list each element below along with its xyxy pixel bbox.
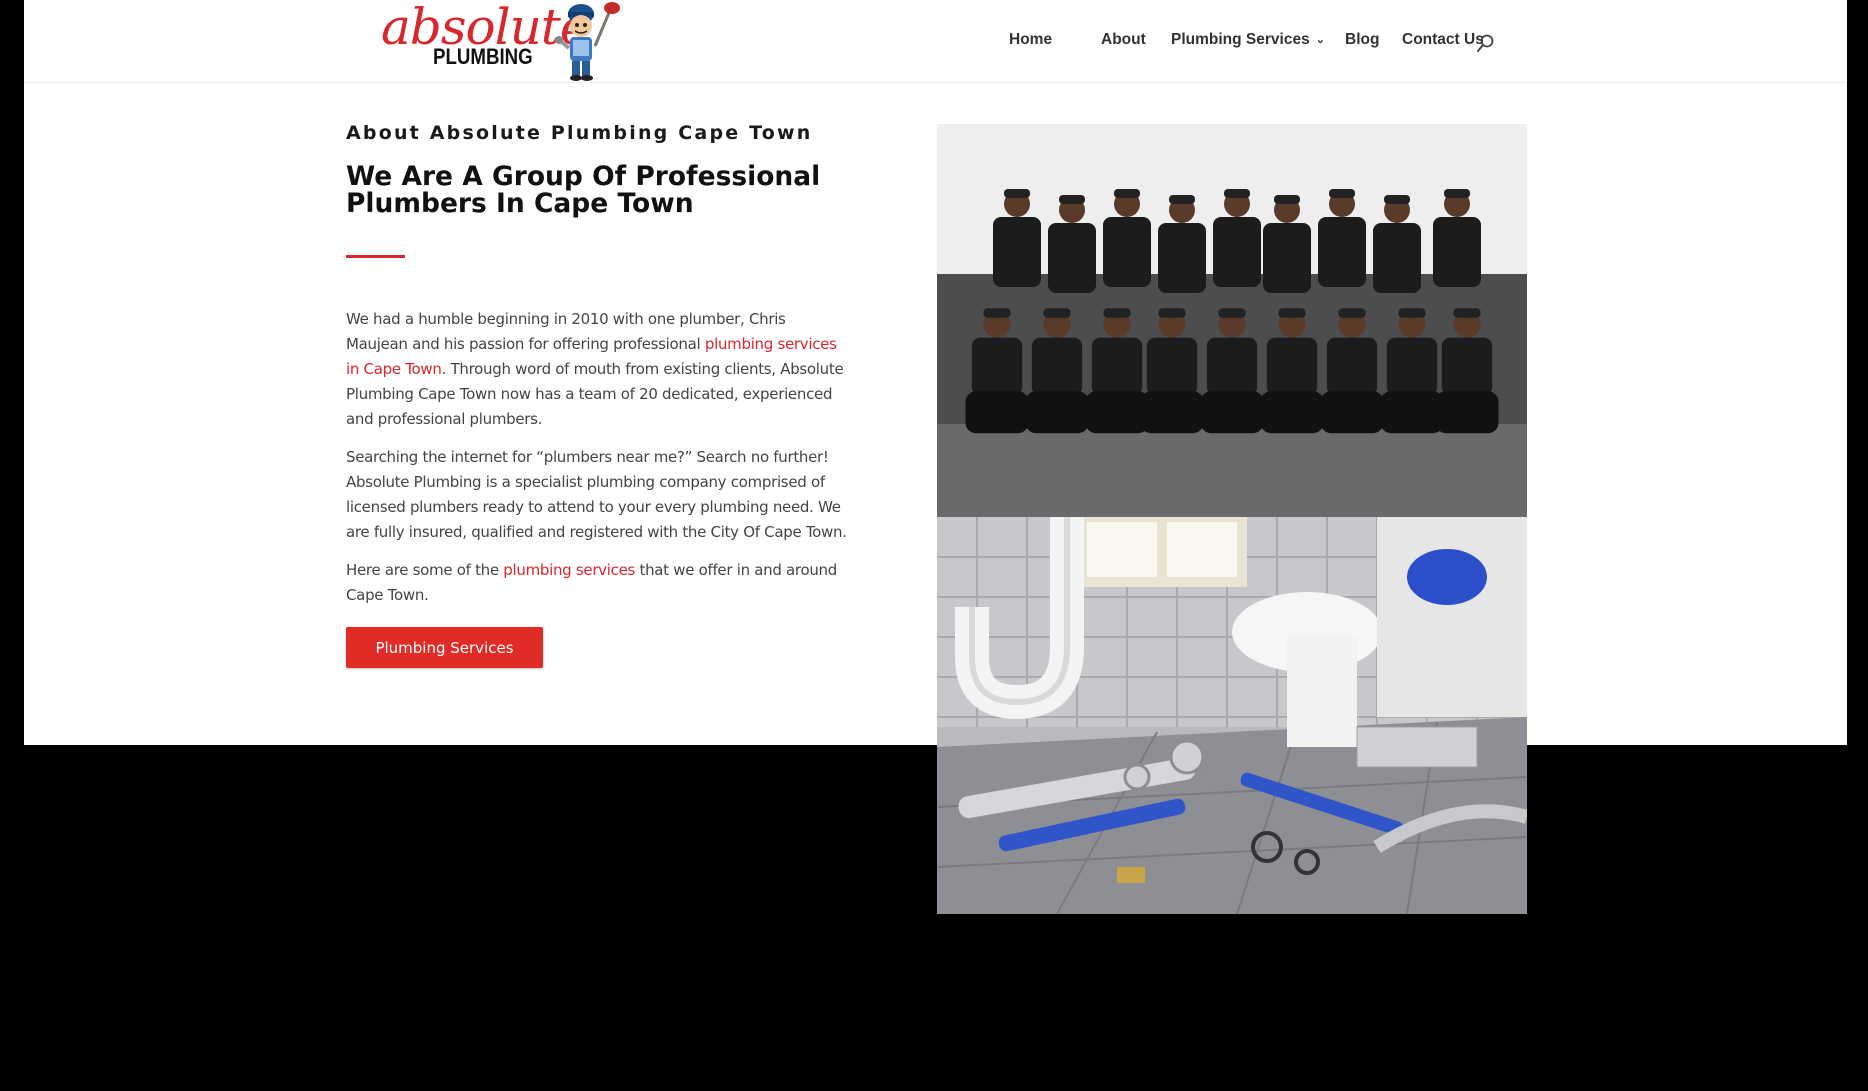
logo-subtitle: PLUMBING bbox=[433, 44, 533, 69]
nav-item-blog[interactable]: Blog bbox=[1345, 31, 1379, 49]
paragraph-text: Here are some of the bbox=[346, 561, 504, 579]
nav-item-label: Blog bbox=[1345, 31, 1380, 48]
page-title: We Are A Group Of Professional Plumbers … bbox=[346, 161, 821, 219]
search-icon[interactable] bbox=[1476, 33, 1496, 53]
section-eyebrow: About Absolute Plumbing Cape Town bbox=[346, 122, 813, 144]
chevron-down-icon: ⌄ bbox=[1315, 34, 1325, 46]
plumbing-tools-photo bbox=[937, 517, 1527, 914]
nav-item-home[interactable]: Home bbox=[1009, 31, 1052, 49]
about-paragraph-2: Searching the internet for “plumbers nea… bbox=[346, 448, 847, 541]
site-header: absolute PLUMBING Home About Plumbing Se… bbox=[24, 0, 1847, 83]
title-divider bbox=[346, 255, 405, 258]
plumber-mascot-icon bbox=[555, 2, 620, 81]
nav-item-label: Home bbox=[1009, 31, 1053, 48]
nav-item-about[interactable]: About bbox=[1101, 31, 1146, 49]
plumbing-services-link[interactable]: plumbing services bbox=[503, 561, 635, 579]
nav-item-plumbing-services[interactable]: Plumbing Services ⌄ bbox=[1171, 31, 1325, 49]
nav-item-label: Contact Us bbox=[1402, 31, 1484, 48]
about-section: About Absolute Plumbing Cape Town We Are… bbox=[346, 122, 866, 668]
team-photo bbox=[937, 124, 1527, 517]
about-paragraph-3: Here are some of the plumbing services t… bbox=[346, 558, 851, 608]
about-paragraph-1: We had a humble beginning in 2010 with o… bbox=[346, 307, 851, 432]
page-container: absolute PLUMBING Home About Plumbing Se… bbox=[24, 0, 1847, 745]
nav-item-label: Plumbing Services bbox=[1171, 31, 1310, 48]
plumbing-services-button[interactable]: Plumbing Services bbox=[346, 627, 543, 668]
nav-item-label: About bbox=[1101, 31, 1146, 48]
nav-item-contact-us[interactable]: Contact Us bbox=[1402, 31, 1484, 49]
site-logo[interactable]: absolute PLUMBING bbox=[381, 0, 625, 82]
